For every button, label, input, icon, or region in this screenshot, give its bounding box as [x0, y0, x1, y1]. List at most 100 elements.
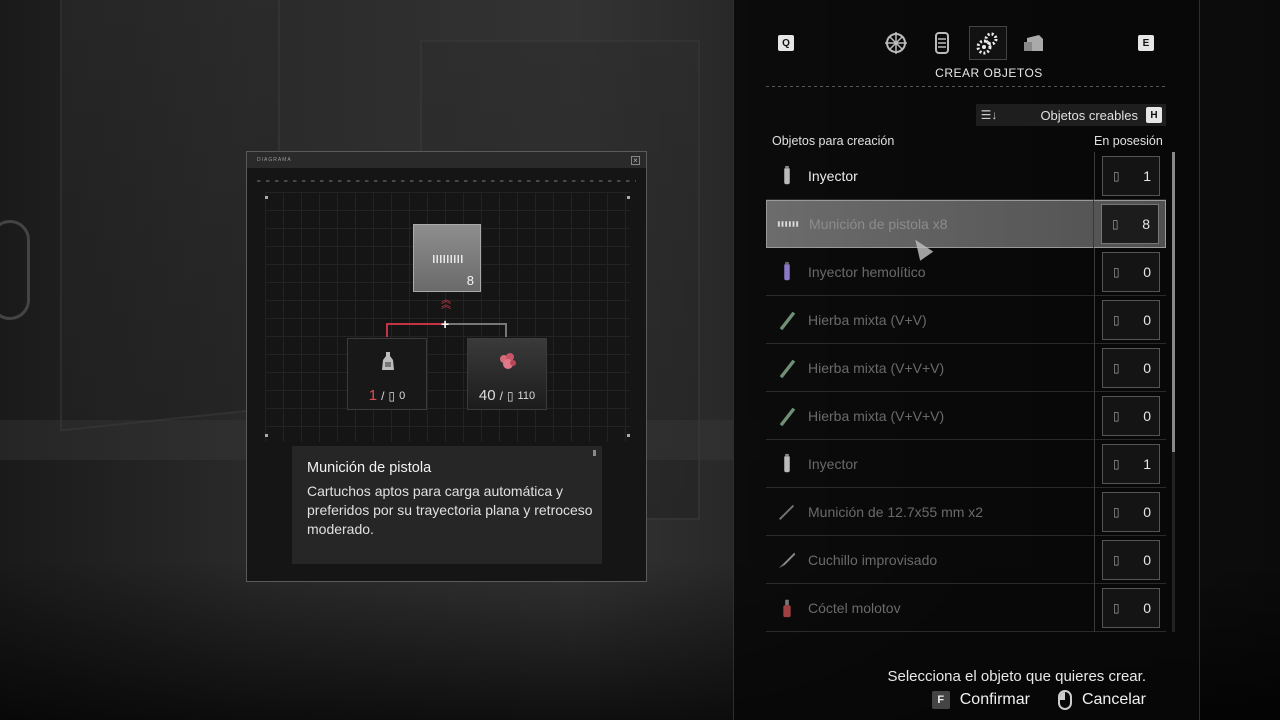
- result-quantity: 8: [466, 273, 474, 288]
- row-separator: [1094, 487, 1095, 536]
- recipe-connector-right: [447, 323, 507, 337]
- divider: [766, 86, 1167, 87]
- ingredient-required: 40: [478, 387, 496, 404]
- owned-count-box: ▯ 0: [1102, 491, 1160, 532]
- close-icon[interactable]: ×: [631, 155, 640, 165]
- craft-list-row[interactable]: Hierba mixta (V+V) ▯ 0: [766, 295, 1166, 344]
- active-tab-label: CREAR OBJETOS: [935, 66, 1043, 80]
- scrollbar-thumb[interactable]: [1172, 152, 1175, 452]
- owned-count: 1: [1143, 167, 1151, 184]
- owned-count: 8: [1142, 216, 1150, 232]
- diagram-title: DIAGRAMA: [257, 157, 292, 163]
- row-separator: [1094, 343, 1095, 392]
- craftable-list: Inyector ▯ 1 Munición de pistola x8 ▯ 8 Inyect…: [766, 151, 1166, 632]
- owned-count-box: ▯ 0: [1102, 395, 1160, 436]
- row-separator: [1094, 247, 1095, 296]
- craft-list-row[interactable]: Cóctel molotov ▯ 0: [766, 583, 1166, 632]
- prev-tab-key[interactable]: Q: [778, 35, 794, 51]
- owned-count-box: ▯ 0: [1102, 347, 1160, 388]
- molotov-icon: [766, 584, 808, 632]
- diagram-titlebar: DIAGRAMA ×: [247, 152, 646, 168]
- craft-item-name: Cuchillo improvisado: [808, 551, 938, 568]
- grid-corner: [265, 196, 268, 199]
- ammo-pack-icon: ▯: [1113, 312, 1120, 327]
- tab-craft[interactable]: [969, 26, 1007, 60]
- diagram-window: DIAGRAMA × 8 ︽ ︽ + 1 / ▯ 0 40 / ▯ 110 Mu…: [246, 151, 647, 582]
- owned-count: 0: [1143, 551, 1151, 568]
- row-separator: [1094, 583, 1095, 632]
- hemolytic-injector-icon: [766, 248, 808, 296]
- ingredient-slot: 40 / ▯ 110: [467, 338, 547, 410]
- confirm-key: F: [931, 691, 950, 709]
- item-description-text: Cartuchos aptos para carga automática y …: [307, 483, 593, 537]
- map-icon: [885, 32, 907, 54]
- craft-item-name: Hierba mixta (V+V+V): [808, 359, 945, 376]
- herb-icon: [766, 344, 808, 392]
- owned-count: 0: [1143, 311, 1151, 328]
- craft-list-row[interactable]: Munición de pistola x8 ▯ 8: [766, 200, 1166, 248]
- menu-tab-bar: Q E: [734, 26, 1199, 62]
- owned-count-box: ▯ 1: [1102, 155, 1160, 196]
- chevron-up-icon: ︽ ︽: [441, 295, 451, 311]
- ingredient-slot: 1 / ▯ 0: [347, 338, 427, 410]
- confirm-button[interactable]: Confirmar: [960, 691, 1030, 709]
- row-separator: [1094, 151, 1095, 200]
- herb-icon: [766, 392, 808, 440]
- craft-item-name: Munición de pistola x8: [809, 216, 948, 232]
- ammo-pack-icon: ▯: [1113, 360, 1120, 375]
- craft-gears-icon: [976, 32, 998, 55]
- knife-icon: [766, 536, 808, 584]
- plus-icon: +: [441, 316, 450, 332]
- inventory-icon: [1024, 35, 1043, 51]
- tab-files[interactable]: [923, 26, 961, 60]
- rifle-ammo-icon: [766, 488, 808, 536]
- injector-icon: [766, 152, 808, 200]
- list-header-owned: En posesión: [1094, 134, 1163, 148]
- item-description-title: Munición de pistola: [307, 460, 432, 476]
- ingredient-owned: 110: [517, 389, 536, 402]
- craft-list-row[interactable]: Hierba mixta (V+V+V) ▯ 0: [766, 391, 1166, 440]
- row-separator: [1094, 535, 1095, 584]
- craft-list-row[interactable]: Cuchillo improvisado ▯ 0: [766, 535, 1166, 584]
- craft-item-name: Hierba mixta (V+V): [808, 311, 927, 328]
- sort-key: H: [1146, 107, 1162, 123]
- tab-map[interactable]: [877, 26, 915, 60]
- owned-count-box: ▯ 1: [1102, 443, 1160, 484]
- sort-button[interactable]: ☰↓ Objetos creables H: [976, 104, 1166, 126]
- ammo-pack-icon: ▯: [1112, 217, 1119, 231]
- gunpowder-icon: [382, 352, 394, 370]
- ingredient-required: 1: [368, 387, 378, 404]
- craft-list-row[interactable]: Inyector hemolítico ▯ 0: [766, 247, 1166, 296]
- next-tab-key[interactable]: E: [1138, 35, 1154, 51]
- background-knob: [0, 220, 30, 320]
- ammo-pack-icon: ▯: [1113, 168, 1120, 183]
- owned-count: 0: [1143, 359, 1151, 376]
- description-scrollbar: [593, 450, 596, 456]
- row-separator: [1094, 439, 1095, 488]
- row-separator: [1093, 200, 1094, 248]
- ammo-pack-icon: ▯: [1113, 408, 1120, 423]
- craft-item-name: Inyector: [808, 455, 858, 472]
- craft-list-row[interactable]: Inyector ▯ 1: [766, 151, 1166, 200]
- handgun-ammo-icon: [767, 200, 809, 248]
- owned-count-box: ▯ 0: [1102, 299, 1160, 340]
- ammo-pack-icon: ▯: [1113, 600, 1120, 615]
- craft-item-name: Hierba mixta (V+V+V): [808, 407, 945, 424]
- sort-label: Objetos creables: [1040, 107, 1138, 123]
- craft-result: 8: [413, 224, 481, 292]
- handgun-ammo-icon: [433, 255, 463, 263]
- list-scrollbar[interactable]: [1172, 152, 1175, 632]
- owned-count: 0: [1143, 263, 1151, 280]
- tab-inventory[interactable]: [1015, 26, 1053, 60]
- list-header-name: Objetos para creación: [772, 134, 895, 148]
- resource-flakes-icon: [500, 353, 516, 369]
- craft-item-name: Cóctel molotov: [808, 599, 901, 616]
- injector-icon: [766, 440, 808, 488]
- craft-item-name: Inyector hemolítico: [808, 263, 926, 280]
- craft-list-row[interactable]: Hierba mixta (V+V+V) ▯ 0: [766, 343, 1166, 392]
- craft-list-row[interactable]: Inyector ▯ 1: [766, 439, 1166, 488]
- owned-count-box: ▯ 0: [1102, 251, 1160, 292]
- craft-list-row[interactable]: Munición de 12.7x55 mm x2 ▯ 0: [766, 487, 1166, 536]
- ammo-pack-icon: ▯: [1113, 264, 1120, 279]
- cancel-button[interactable]: Cancelar: [1082, 691, 1146, 709]
